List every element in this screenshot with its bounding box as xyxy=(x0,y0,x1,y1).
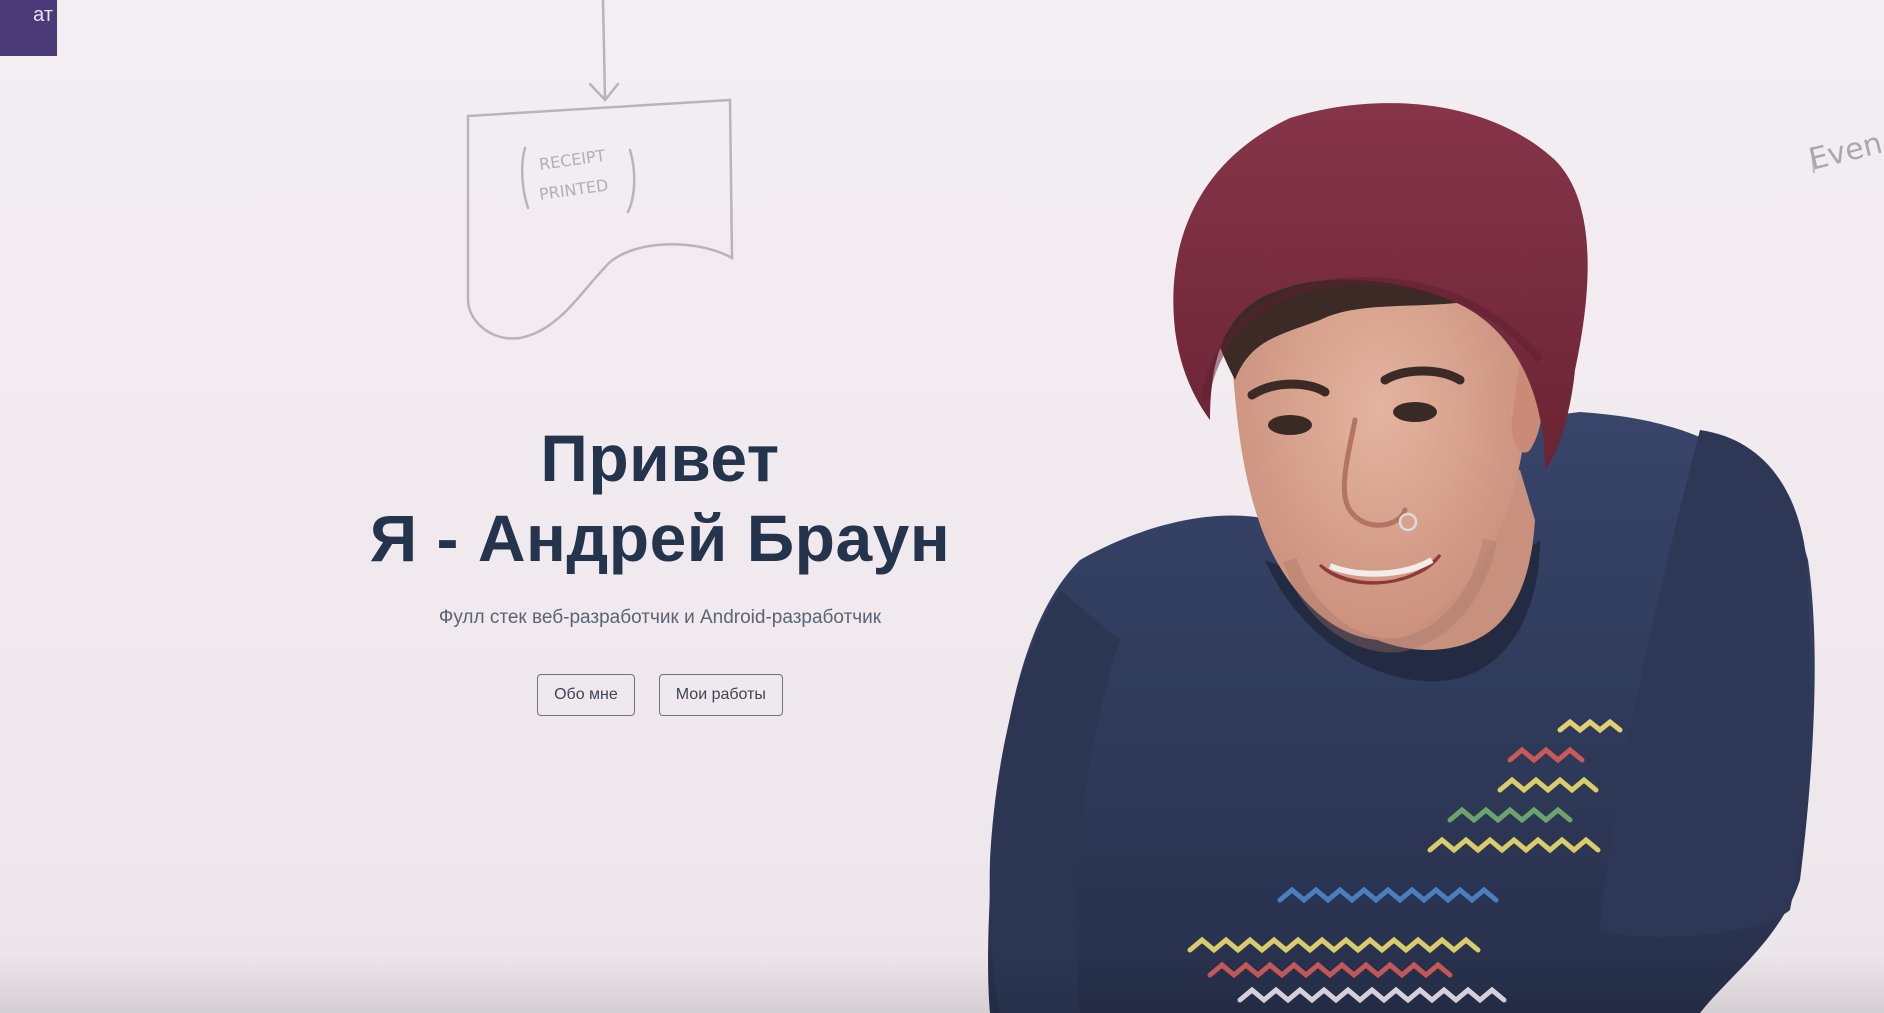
corner-tab-label: ат xyxy=(33,4,53,26)
about-me-button[interactable]: Обо мне xyxy=(537,674,635,716)
eye-right xyxy=(1393,402,1437,422)
intro-block: Привет Я - Андрей Браун Фулл стек веб-ра… xyxy=(330,418,990,716)
hero-title-line1: Привет xyxy=(540,421,780,495)
corner-menu-tab[interactable]: ат xyxy=(0,0,57,56)
bottom-vignette xyxy=(0,953,1884,1013)
hero-title-line2: Я - Андрей Браун xyxy=(369,501,951,575)
hero-subtitle: Фулл стек веб-разработчик и Android-разр… xyxy=(438,607,882,628)
hero-section: RECEIPT PRINTED Even ат Привет Я - Андре… xyxy=(0,0,1884,1013)
my-works-button[interactable]: Мои работы xyxy=(658,674,783,716)
eye-left xyxy=(1268,415,1312,435)
hero-title: Привет Я - Андрей Браун xyxy=(330,418,990,578)
hero-actions: Обо мне Мои работы xyxy=(330,674,990,716)
